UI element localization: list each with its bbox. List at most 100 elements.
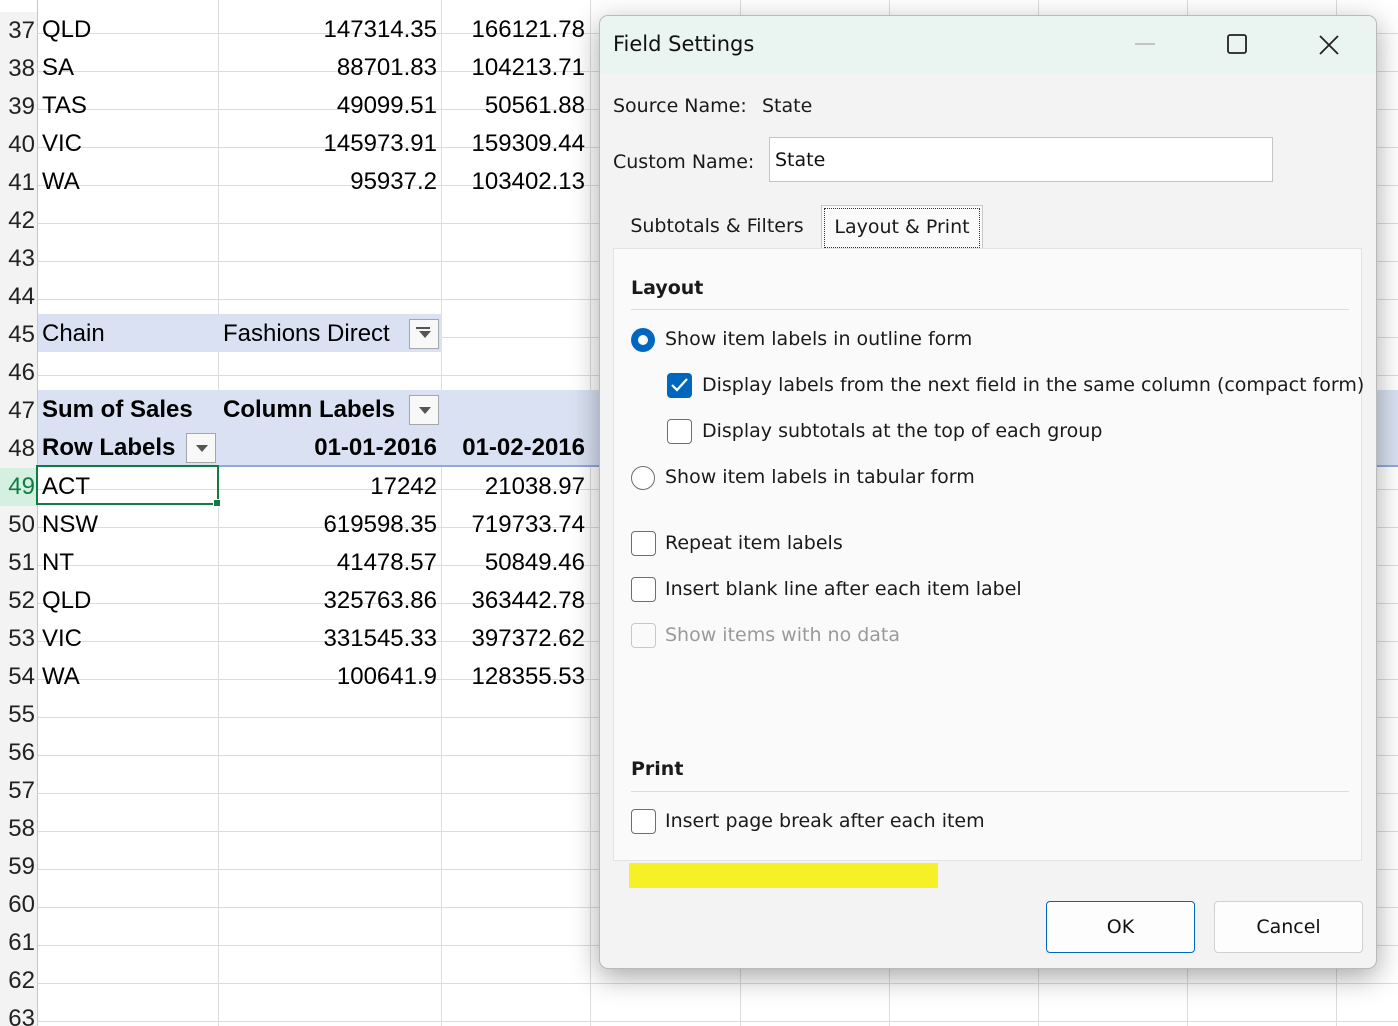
row-label-cell[interactable]: VIC (42, 125, 212, 163)
value-cell[interactable]: 159309.44 (443, 125, 585, 163)
filter-value-cell[interactable]: Fashions Direct (223, 315, 390, 353)
value-cell[interactable]: 363442.78 (443, 582, 585, 620)
row-header[interactable]: 41 (0, 164, 37, 202)
row-header[interactable]: 58 (0, 810, 37, 848)
value-cell[interactable]: 104213.71 (443, 49, 585, 87)
repeat-labels-checkbox[interactable] (631, 531, 656, 556)
compact-form-checkbox[interactable] (667, 373, 692, 398)
row-label-cell[interactable]: NSW (42, 506, 212, 544)
row-header[interactable]: 61 (0, 924, 37, 962)
dialog-title: Field Settings (613, 32, 755, 56)
ok-button[interactable]: OK (1046, 901, 1195, 953)
row-header[interactable]: 44 (0, 278, 37, 316)
row-header[interactable]: 59 (0, 848, 37, 886)
cancel-button[interactable]: Cancel (1214, 901, 1363, 953)
row-header[interactable]: 46 (0, 354, 37, 392)
row-header[interactable]: 55 (0, 696, 37, 734)
sum-of-sales-cell[interactable]: Sum of Sales (42, 391, 193, 429)
value-cell[interactable]: 397372.62 (443, 620, 585, 658)
row-header[interactable]: 43 (0, 240, 37, 278)
tab-subtotals-filters[interactable]: Subtotals & Filters (617, 205, 817, 248)
date-header-2[interactable]: 01-02-2016 (443, 429, 585, 467)
row-label-cell[interactable]: QLD (42, 582, 212, 620)
outline-form-radio[interactable] (631, 328, 655, 352)
custom-name-input[interactable] (769, 137, 1273, 182)
selected-cell[interactable] (36, 465, 221, 507)
row-header[interactable]: 62 (0, 962, 37, 1000)
layout-heading: Layout (631, 277, 704, 299)
filter-label-cell[interactable]: Chain (42, 315, 105, 353)
row-header[interactable]: 38 (0, 50, 37, 88)
row-header[interactable]: 48 (0, 430, 37, 468)
compact-form-label[interactable]: Display labels from the next field in th… (702, 374, 1364, 396)
grid-vline (590, 0, 591, 1026)
subtotals-top-label[interactable]: Display subtotals at the top of each gro… (702, 420, 1102, 442)
value-cell[interactable]: 50849.46 (443, 544, 585, 582)
row-header[interactable]: 37 (0, 12, 37, 50)
value-cell[interactable]: 50561.88 (443, 87, 585, 125)
column-labels-cell[interactable]: Column Labels (223, 391, 395, 429)
tab-layout-print[interactable]: Layout & Print (821, 205, 983, 248)
value-cell[interactable]: 128355.53 (443, 658, 585, 696)
value-cell[interactable]: 95937.2 (220, 163, 437, 201)
row-header[interactable]: 52 (0, 582, 37, 620)
value-cell[interactable]: 100641.9 (220, 658, 437, 696)
column-labels-dropdown[interactable] (409, 395, 439, 425)
row-header[interactable]: 53 (0, 620, 37, 658)
value-cell[interactable]: 49099.51 (220, 87, 437, 125)
value-cell[interactable]: 619598.35 (220, 506, 437, 544)
row-label-cell[interactable]: SA (42, 49, 212, 87)
row-label-cell[interactable]: WA (42, 658, 212, 696)
row-label-cell[interactable]: NT (42, 544, 212, 582)
row-header[interactable]: 57 (0, 772, 37, 810)
row-header[interactable]: 47 (0, 392, 37, 430)
value-cell[interactable]: 325763.86 (220, 582, 437, 620)
row-header[interactable]: 60 (0, 886, 37, 924)
subtotals-top-checkbox[interactable] (667, 419, 692, 444)
row-labels-dropdown[interactable] (186, 433, 216, 463)
row-header[interactable]: 49 (0, 468, 37, 506)
row-header[interactable]: 54 (0, 658, 37, 696)
row-header-border (37, 0, 38, 1026)
row-header[interactable]: 40 (0, 126, 37, 164)
value-cell[interactable]: 166121.78 (443, 11, 585, 49)
row-header[interactable]: 45 (0, 316, 37, 354)
repeat-labels-label[interactable]: Repeat item labels (665, 532, 843, 554)
row-labels-cell[interactable]: Row Labels (42, 429, 175, 467)
tabular-form-radio[interactable] (631, 466, 655, 490)
row-label-cell[interactable]: WA (42, 163, 212, 201)
filter-dropdown-button[interactable] (409, 319, 439, 349)
page-break-checkbox[interactable] (631, 809, 656, 834)
row-label-cell[interactable]: QLD (42, 11, 212, 49)
value-cell[interactable]: 88701.83 (220, 49, 437, 87)
value-cell[interactable]: 331545.33 (220, 620, 437, 658)
close-button[interactable] (1306, 24, 1352, 68)
row-header[interactable]: 42 (0, 202, 37, 240)
row-header[interactable]: 56 (0, 734, 37, 772)
blank-line-label[interactable]: Insert blank line after each item label (665, 578, 1022, 600)
row-header[interactable]: 51 (0, 544, 37, 582)
value-cell[interactable]: 145973.91 (220, 125, 437, 163)
value-cell[interactable]: 103402.13 (443, 163, 585, 201)
value-cell[interactable]: 719733.74 (443, 506, 585, 544)
row-header[interactable]: 63 (0, 1000, 37, 1026)
outline-form-label[interactable]: Show item labels in outline form (665, 328, 972, 350)
row-label-cell[interactable]: VIC (42, 620, 212, 658)
maximize-button[interactable] (1214, 24, 1260, 68)
minimize-button[interactable] (1122, 24, 1168, 68)
title-bar[interactable]: Field Settings (600, 16, 1376, 74)
tabular-form-label[interactable]: Show item labels in tabular form (665, 466, 975, 488)
page-break-label[interactable]: Insert page break after each item (665, 810, 985, 832)
row-header[interactable]: 50 (0, 506, 37, 544)
field-settings-dialog: Field Settings Source Name: State Custom… (599, 15, 1377, 969)
value-cell[interactable]: 147314.35 (220, 11, 437, 49)
blank-line-checkbox[interactable] (631, 577, 656, 602)
value-cell[interactable]: 41478.57 (220, 544, 437, 582)
source-name-label: Source Name: (613, 95, 747, 117)
row-label-cell[interactable]: TAS (42, 87, 212, 125)
minimize-icon (1135, 43, 1155, 45)
value-cell[interactable]: 21038.97 (443, 468, 585, 506)
date-header-1[interactable]: 01-01-2016 (220, 429, 437, 467)
row-header[interactable]: 39 (0, 88, 37, 126)
value-cell[interactable]: 17242 (220, 468, 437, 506)
